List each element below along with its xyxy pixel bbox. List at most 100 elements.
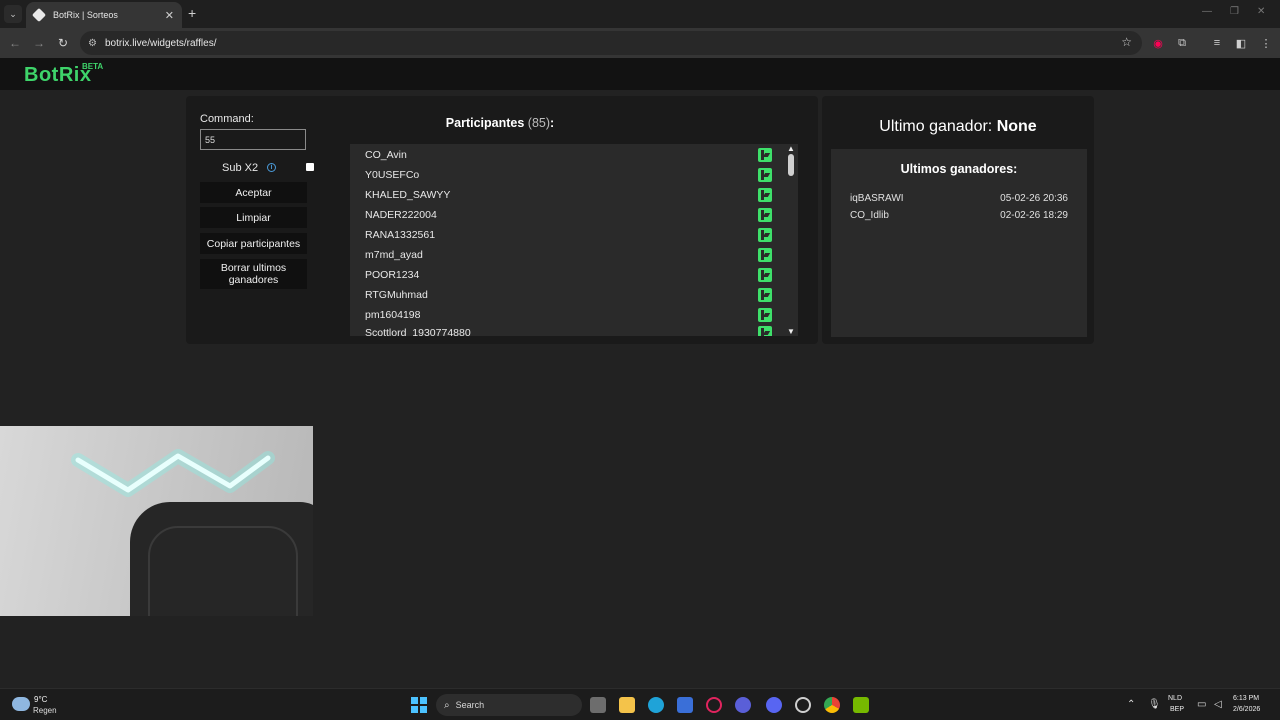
participant-name: RANA1332561 [365,229,436,241]
site-info-icon[interactable]: ⚙ [88,38,97,49]
copy-participants-button[interactable]: Copiar participantes [200,233,307,254]
kick-icon [758,326,772,336]
participants-list[interactable]: CO_Avin Y0USEFCo KHALED_SAWYY NADER22200… [350,144,798,336]
participants-colon: : [550,116,555,130]
keyboard-layout[interactable]: BEP [1170,706,1184,713]
settings-app-icon[interactable] [795,697,811,713]
volume-icon[interactable]: ◁ [1214,699,1222,710]
reload-icon[interactable]: ↻ [54,34,72,52]
participant-name: NADER222004 [365,209,437,221]
extensions-puzzle-icon[interactable]: ⧉ [1174,35,1190,51]
taskbar-search[interactable]: ⌕ Search [436,694,582,716]
new-tab-icon[interactable]: + [188,5,196,21]
weather-description[interactable]: Regen [33,706,57,715]
winner-row: CO_Idlib 02-02-26 18:29 [850,210,1068,221]
participants-heading: Participantes (85): [350,116,650,130]
command-label: Command: [200,113,254,125]
browser-tab[interactable]: BotRix | Sorteos ✕ [26,2,182,28]
minimize-icon[interactable]: — [1202,6,1212,17]
forward-icon[interactable]: → [30,34,48,52]
edge-icon[interactable] [648,697,664,713]
list-item: CO_Avin [350,145,780,165]
kick-icon [758,188,772,202]
winner-row: iqBASRAWI 05-02-26 20:36 [850,193,1068,204]
raffle-panel: Command: Sub X2 i Aceptar Limpiar Copiar… [186,96,818,344]
kick-icon [758,168,772,182]
extension-record-icon[interactable]: ◉ [1150,35,1166,51]
clock-time[interactable]: 6:13 PM [1233,695,1259,702]
clear-button[interactable]: Limpiar [200,207,307,228]
close-icon[interactable]: ✕ [165,9,174,22]
app-icon[interactable] [735,697,751,713]
winner-date: 05-02-26 20:36 [1000,193,1068,204]
address-bar[interactable]: ⚙ botrix.live/widgets/raffles/ ☆ [80,31,1142,55]
winners-panel: Ultimo ganador: None Ultimos ganadores: … [822,96,1094,344]
window-close-icon[interactable]: ✕ [1257,6,1265,17]
list-item: POOR1234 [350,265,780,285]
file-explorer-icon[interactable] [619,697,635,713]
accept-button[interactable]: Aceptar [200,182,307,203]
display-icon[interactable]: ▭ [1197,699,1206,710]
media-controls-icon[interactable]: ≡ [1209,35,1225,51]
list-item: KHALED_SAWYY [350,185,780,205]
menu-kebab-icon[interactable]: ⋮ [1258,35,1274,51]
browser-toolbar: ← → ↻ ⚙ botrix.live/widgets/raffles/ ☆ ◉… [0,28,1280,58]
command-input[interactable] [200,129,306,150]
store-icon[interactable] [677,697,693,713]
task-view-icon[interactable] [590,697,606,713]
list-scrollbar[interactable]: ▲ ▼ [784,144,798,336]
webcam-overlay [0,426,313,616]
last-winner: Ultimo ganador: None [822,118,1094,136]
participant-name: KHALED_SAWYY [365,189,451,201]
weather-icon[interactable] [12,697,30,711]
participants-count: (85) [527,116,551,130]
participant-name: RTGMuhmad [365,289,428,301]
list-item: pm1604198 [350,305,780,325]
participant-name: CO_Avin [365,149,407,161]
search-placeholder: Search [455,700,485,710]
search-icon: ⌕ [444,699,450,711]
sub-x2-label: Sub X2 [222,162,259,174]
microphone-icon[interactable]: 🎙 [1148,699,1161,710]
scroll-thumb[interactable] [788,154,794,176]
taskbar: 9°C Regen ⌕ Search ⌃ 🎙 NLD BEP ▭ ◁ 6:13 … [0,688,1280,720]
windows-start-icon[interactable] [411,697,427,713]
tab-search-icon[interactable]: ⌄ [4,5,22,23]
winners-history-title: Ultimos ganadores: [900,162,1018,176]
kick-icon [758,288,772,302]
clock-date[interactable]: 2/6/2026 [1233,706,1260,713]
nvidia-icon[interactable] [853,697,869,713]
profile-icon[interactable]: ◧ [1233,35,1249,51]
sub-x2-checkbox[interactable] [306,163,314,171]
beta-badge: BETA [82,62,104,71]
bookmark-star-icon[interactable]: ☆ [1121,35,1132,49]
winner-date: 02-02-26 18:29 [1000,210,1068,221]
winner-name: CO_Idlib [850,210,889,221]
kick-icon [758,268,772,282]
list-item: RANA1332561 [350,225,780,245]
back-icon[interactable]: ← [6,34,24,52]
site-header: BotRix BETA [0,58,1280,90]
list-item: Y0USEFCo [350,165,780,185]
kick-icon [758,248,772,262]
browser-tabstrip: ⌄ BotRix | Sorteos ✕ + — ❐ ✕ [0,0,1280,28]
chevron-up-icon[interactable]: ⌃ [1127,699,1135,710]
delete-winners-button[interactable]: Borrar ultimos ganadores [200,259,307,289]
language-code[interactable]: NLD [1168,695,1182,702]
list-item: Scottlord_1930774880 [350,323,780,336]
winners-history: Ultimos ganadores: iqBASRAWI 05-02-26 20… [831,149,1087,337]
scroll-down-icon[interactable]: ▼ [787,327,795,336]
participant-name: pm1604198 [365,309,421,321]
participant-name: Y0USEFCo [365,169,420,181]
list-item: NADER222004 [350,205,780,225]
chrome-icon[interactable] [824,697,840,713]
discord-icon[interactable] [766,697,782,713]
weather-temperature[interactable]: 9°C [34,695,47,704]
chair-image [130,502,313,616]
maximize-icon[interactable]: ❐ [1230,6,1239,17]
info-icon[interactable]: i [267,163,276,172]
scroll-up-icon[interactable]: ▲ [787,144,795,153]
opera-gx-icon[interactable] [706,697,722,713]
last-winner-label: Ultimo ganador: [879,118,993,135]
participant-name: Scottlord_1930774880 [365,327,471,336]
